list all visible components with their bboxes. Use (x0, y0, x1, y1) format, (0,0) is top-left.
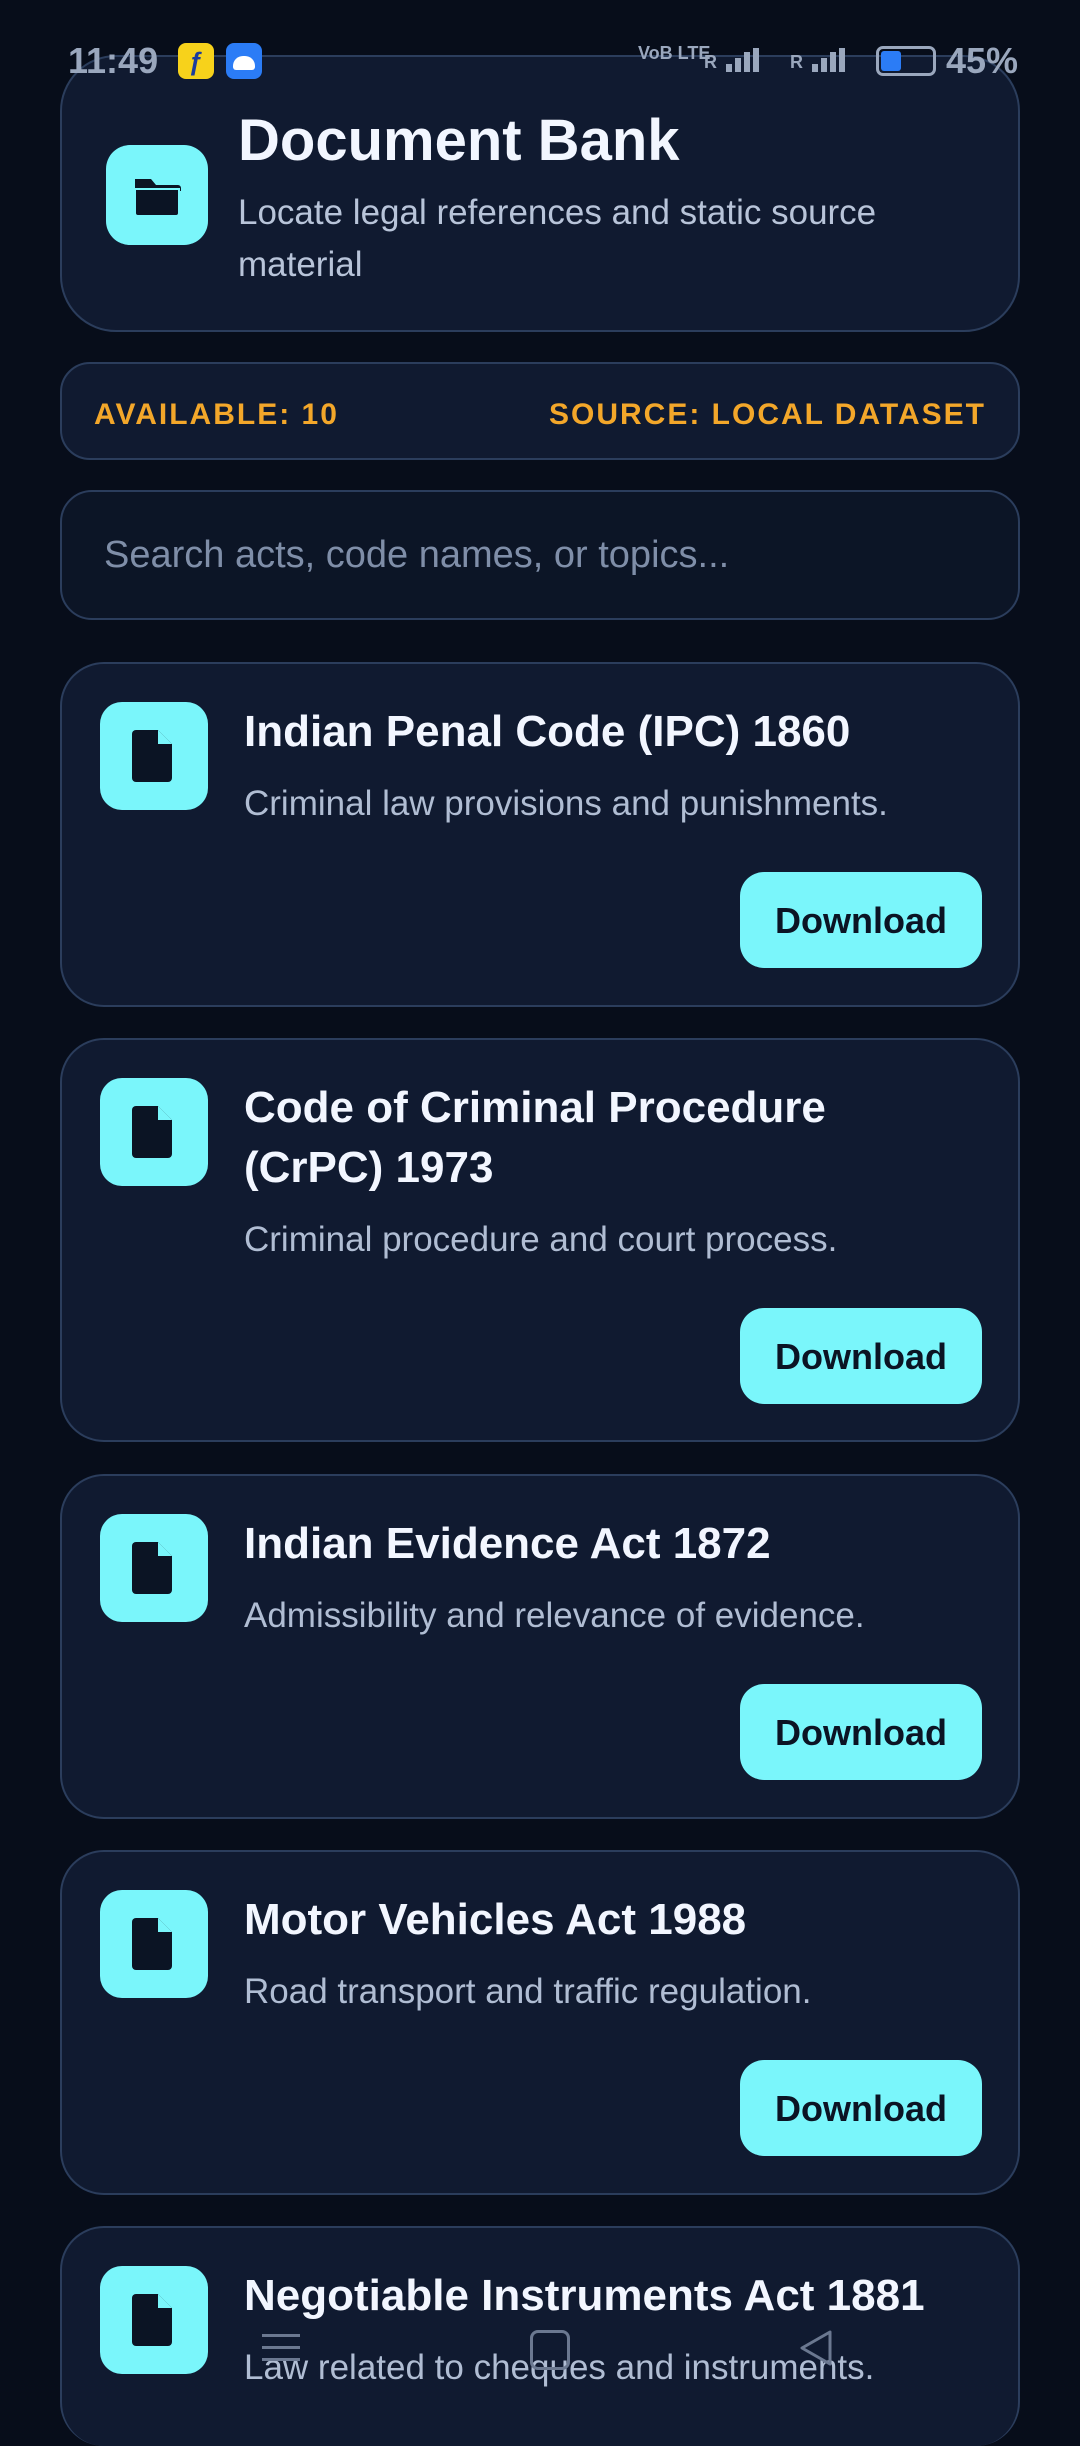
document-card: Motor Vehicles Act 1988 Road transport a… (60, 1850, 1020, 2195)
file-icon (100, 702, 208, 810)
document-card: Code of Criminal Procedure (CrPC) 1973 C… (60, 1038, 1020, 1442)
document-title: Code of Criminal Procedure (CrPC) 1973 (244, 1083, 826, 1192)
search-input[interactable] (62, 492, 1018, 618)
file-icon (100, 1514, 208, 1622)
document-description: Admissibility and relevance of evidence. (244, 1596, 865, 1635)
available-count: AVAILABLE: 10 (94, 398, 339, 431)
document-title: Indian Penal Code (IPC) 1860 (244, 707, 851, 756)
stats-bar: AVAILABLE: 10 SOURCE: LOCAL DATASET (60, 362, 1020, 460)
file-icon (100, 1078, 208, 1186)
file-icon (100, 1890, 208, 1998)
back-icon[interactable] (796, 2328, 836, 2373)
document-card: Indian Evidence Act 1872 Admissibility a… (60, 1474, 1020, 1819)
folder-icon (106, 145, 208, 245)
home-icon[interactable] (530, 2330, 570, 2370)
download-button[interactable]: Download (740, 1308, 982, 1404)
system-nav-bar (0, 2300, 1080, 2400)
source-label: SOURCE: LOCAL DATASET (549, 398, 986, 431)
page-subtitle: Locate legal references and static sourc… (238, 193, 877, 284)
download-button[interactable]: Download (740, 872, 982, 968)
download-button[interactable]: Download (740, 2060, 982, 2156)
page-title: Document Bank (238, 108, 680, 173)
document-title: Indian Evidence Act 1872 (244, 1519, 771, 1568)
menu-icon[interactable] (262, 2334, 300, 2370)
document-description: Road transport and traffic regulation. (244, 1972, 812, 2011)
header-card: Document Bank Locate legal references an… (60, 55, 1020, 332)
search-box[interactable] (60, 490, 1020, 620)
document-description: Criminal procedure and court process. (244, 1220, 838, 1259)
document-title: Motor Vehicles Act 1988 (244, 1895, 747, 1944)
document-description: Criminal law provisions and punishments. (244, 784, 888, 823)
document-card: Indian Penal Code (IPC) 1860 Criminal la… (60, 662, 1020, 1007)
download-button[interactable]: Download (740, 1684, 982, 1780)
